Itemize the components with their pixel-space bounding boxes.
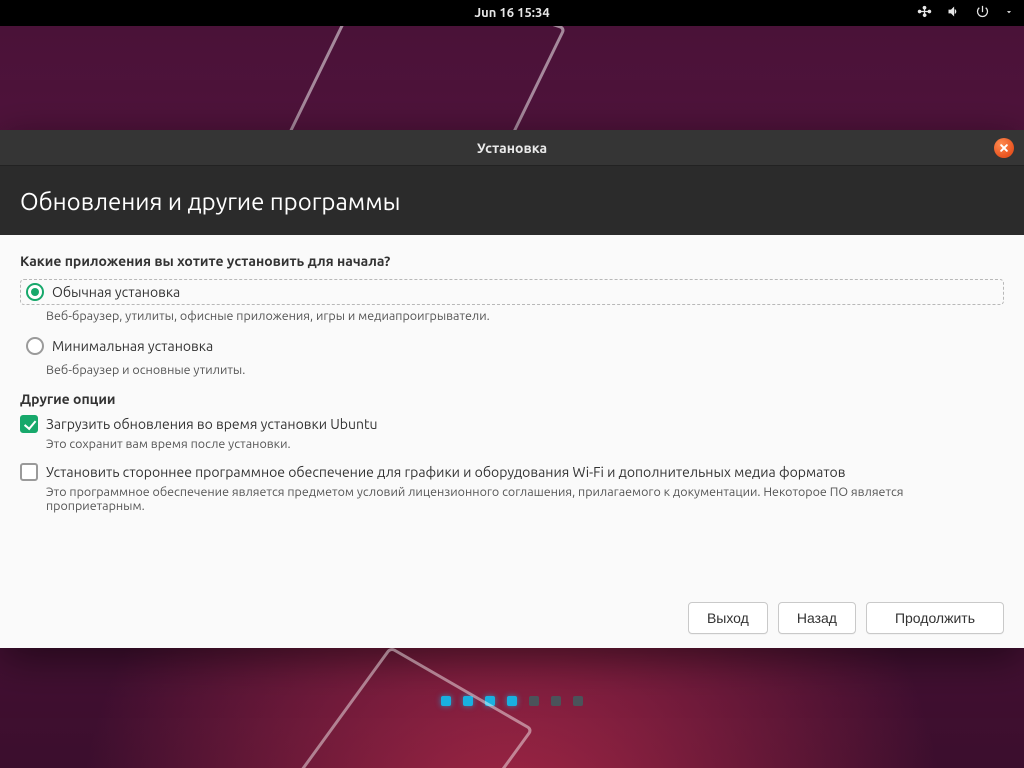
checkbox-label: Установить стороннее программное обеспеч…	[46, 463, 845, 481]
checkbox-icon	[20, 415, 38, 433]
radio-normal-desc: Веб-браузер, утилиты, офисные приложения…	[46, 309, 1004, 323]
radio-icon	[26, 283, 44, 301]
window-titlebar: Установка	[0, 130, 1024, 166]
radio-label: Обычная установка	[52, 284, 180, 300]
page-title: Обновления и другие программы	[0, 166, 1024, 235]
status-area[interactable]	[917, 0, 1014, 26]
progress-dots	[0, 696, 1024, 706]
progress-dot	[463, 696, 473, 706]
progress-dot	[441, 696, 451, 706]
check-third-party[interactable]: Установить стороннее программное обеспеч…	[20, 463, 1004, 481]
footer-buttons: Выход Назад Продолжить	[20, 588, 1004, 634]
gnome-topbar: Jun 16 15:34	[0, 0, 1024, 26]
other-options-title: Другие опции	[20, 391, 1004, 407]
continue-button[interactable]: Продолжить	[866, 602, 1004, 634]
clock: Jun 16 15:34	[474, 6, 549, 20]
checkbox-label: Загрузить обновления во время установки …	[46, 415, 377, 433]
checkbox-icon	[20, 463, 38, 481]
progress-dot	[573, 696, 583, 706]
close-button[interactable]	[994, 138, 1014, 158]
progress-dot	[485, 696, 495, 706]
quit-button[interactable]: Выход	[688, 602, 768, 634]
window-title: Установка	[477, 140, 547, 156]
radio-label: Минимальная установка	[52, 338, 213, 354]
install-question: Какие приложения вы хотите установить дл…	[20, 253, 1004, 269]
chevron-down-icon	[1004, 6, 1014, 20]
volume-icon	[946, 4, 961, 22]
back-button[interactable]: Назад	[778, 602, 856, 634]
installer-window: Установка Обновления и другие программы …	[0, 130, 1024, 648]
progress-dot	[551, 696, 561, 706]
radio-minimal-install[interactable]: Минимальная установка	[20, 333, 1004, 359]
progress-dot	[529, 696, 539, 706]
network-icon	[917, 4, 932, 22]
check-download-updates-desc: Это сохранит вам время после установки.	[46, 437, 1004, 451]
check-third-party-desc: Это программное обеспечение является пре…	[46, 485, 1004, 513]
power-icon	[975, 4, 990, 22]
desktop-wallpaper: Установка Обновления и другие программы …	[0, 26, 1024, 768]
progress-dot	[507, 696, 517, 706]
radio-icon	[26, 337, 44, 355]
installer-content: Какие приложения вы хотите установить дл…	[0, 235, 1024, 648]
check-download-updates[interactable]: Загрузить обновления во время установки …	[20, 415, 1004, 433]
radio-normal-install[interactable]: Обычная установка	[20, 279, 1004, 305]
radio-minimal-desc: Веб-браузер и основные утилиты.	[46, 363, 1004, 377]
